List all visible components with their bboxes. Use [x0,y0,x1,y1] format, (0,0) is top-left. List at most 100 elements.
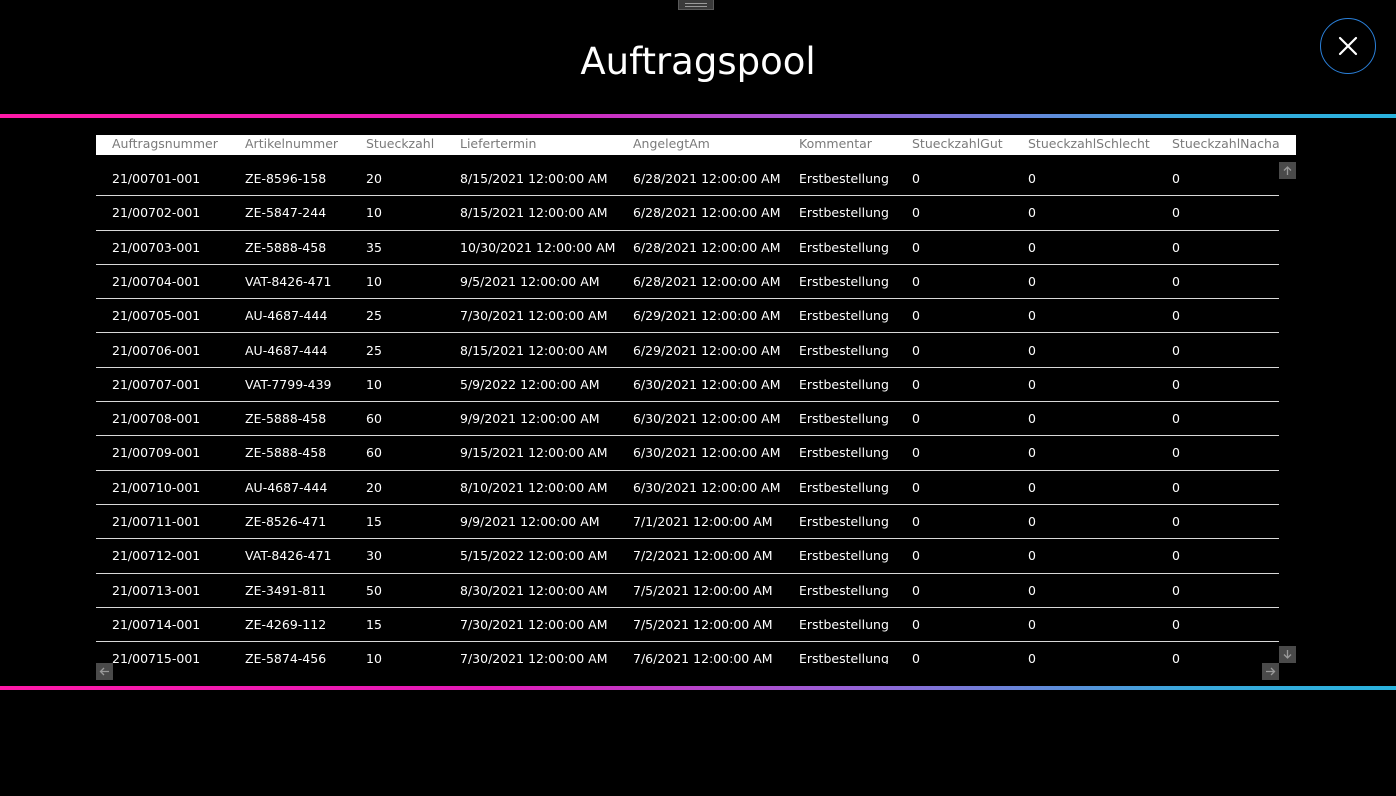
table-row[interactable]: 21/00712-001 VAT-8426-471 30 5/15/2022 12:0… [96,539,1279,574]
table-row[interactable]: 21/00708-001 ZE-5888-458 60 9/9/2021 12:00:… [96,402,1279,437]
scroll-down-button[interactable] [1279,646,1296,663]
cell-kommentar: Erstbestellung [799,479,889,495]
scroll-right-button[interactable] [1262,663,1279,680]
table-row[interactable]: 21/00707-001 VAT-7799-439 10 5/9/2022 12:00… [96,368,1279,403]
cell-stueckzahlschlecht: 0 [1028,582,1036,598]
table-row[interactable]: 21/00715-001 ZE-5874-456 10 7/30/2021 12:00… [96,642,1279,664]
table-row[interactable]: 21/00706-001 AU-4687-444 25 8/15/2021 12:00… [96,334,1279,368]
column-header-liefertermin[interactable]: Liefertermin [460,135,536,155]
table-row[interactable]: 21/00701-001 ZE-8596-158 20 8/15/2021 12:00… [96,162,1279,197]
cell-angelegtam: 6/28/2021 12:00:00 AM [633,171,781,186]
cell-stueckzahlnacharl: 0 [1172,376,1180,392]
cell-angelegtam: 6/29/2021 12:00:00 AM [633,342,781,358]
cell-stueckzahl: 25 [366,342,382,358]
table-row[interactable]: 21/00713-001 ZE-3491-811 50 8/30/2021 12:00… [96,574,1279,608]
arrow-down-icon [1283,650,1292,659]
cell-stueckzahl: 30 [366,548,382,564]
cell-auftragsnummer: 21/00712-001 [112,548,201,564]
table-row[interactable]: 21/00703-001 ZE-5888-458 35 10/30/2021 12:0… [96,231,1279,265]
column-header-stueckzahl[interactable]: Stueckzahl [366,135,434,155]
cell-angelegtam: 6/28/2021 12:00:00 AM [633,205,781,221]
cell-artikelnummer: ZE-8596-158 [245,171,327,186]
cell-stueckzahlnacharl: 0 [1172,205,1180,221]
cell-stueckzahl: 10 [366,273,382,289]
cell-stueckzahlgut: 0 [912,411,920,427]
cell-stueckzahlschlecht: 0 [1028,411,1036,427]
cell-stueckzahlschlecht: 0 [1028,548,1036,564]
cell-artikelnummer: AU-4687-444 [245,308,328,324]
cell-stueckzahl: 50 [366,582,382,598]
cell-kommentar: Erstbestellung [799,239,889,255]
cell-stueckzahl: 60 [366,411,382,427]
orders-data-grid[interactable]: Auftragsnummer Artikelnummer Stueckzahl Lie… [96,135,1296,680]
scroll-left-button[interactable] [96,663,113,680]
cell-stueckzahlnacharl: 0 [1172,411,1180,427]
cell-stueckzahlschlecht: 0 [1028,205,1036,221]
cell-stueckzahl: 25 [366,308,382,324]
top-accent-divider [0,114,1396,118]
cell-liefertermin: 9/9/2021 12:00:00 AM [460,411,600,427]
cell-stueckzahlschlecht: 0 [1028,308,1036,324]
table-row[interactable]: 21/00711-001 ZE-8526-471 15 9/9/2021 12:00:… [96,505,1279,540]
cell-stueckzahlnacharl: 0 [1172,548,1180,564]
cell-artikelnummer: ZE-5888-458 [245,239,327,255]
column-header-kommentar[interactable]: Kommentar [799,135,872,155]
cell-stueckzahlgut: 0 [912,273,920,289]
cell-kommentar: Erstbestellung [799,548,889,564]
cell-liefertermin: 8/15/2021 12:00:00 AM [460,205,608,221]
cell-auftragsnummer: 21/00707-001 [112,376,201,392]
close-icon [1338,36,1358,56]
cell-stueckzahlgut: 0 [912,239,920,255]
column-header-angelegtam[interactable]: AngelegtAm [633,135,710,155]
cell-stueckzahlnacharl: 0 [1172,514,1180,529]
cell-kommentar: Erstbestellung [799,411,889,427]
cell-auftragsnummer: 21/00702-001 [112,205,201,221]
close-button[interactable] [1320,18,1376,74]
column-header-stueckzahlnacharl[interactable]: StueckzahlNacharl [1172,135,1280,155]
cell-stueckzahl: 10 [366,376,382,392]
cell-stueckzahlnacharl: 0 [1172,342,1180,358]
column-header-stueckzahlschlecht[interactable]: StueckzahlSchlecht [1028,135,1150,155]
cell-angelegtam: 7/1/2021 12:00:00 AM [633,514,773,529]
table-row[interactable]: 21/00710-001 AU-4687-444 20 8/10/2021 12:00… [96,471,1279,505]
grid-body[interactable]: 21/00701-001 ZE-8596-158 20 8/15/2021 12:00… [96,162,1279,664]
cell-kommentar: Erstbestellung [799,616,889,632]
column-header-artikelnummer[interactable]: Artikelnummer [245,135,338,155]
page-title: Auftragspool [580,40,816,83]
cell-liefertermin: 5/15/2022 12:00:00 AM [460,548,608,564]
column-header-auftragsnummer[interactable]: Auftragsnummer [112,135,218,155]
cell-kommentar: Erstbestellung [799,171,889,186]
drag-handle-icon[interactable] [678,0,714,10]
cell-angelegtam: 6/28/2021 12:00:00 AM [633,273,781,289]
cell-stueckzahlgut: 0 [912,376,920,392]
cell-stueckzahl: 15 [366,616,382,632]
cell-stueckzahlnacharl: 0 [1172,445,1180,461]
cell-liefertermin: 9/9/2021 12:00:00 AM [460,514,600,529]
cell-artikelnummer: ZE-5888-458 [245,445,327,461]
cell-stueckzahlgut: 0 [912,616,920,632]
table-row[interactable]: 21/00705-001 AU-4687-444 25 7/30/2021 12:00… [96,299,1279,334]
cell-auftragsnummer: 21/00713-001 [112,582,201,598]
cell-artikelnummer: VAT-7799-439 [245,376,332,392]
cell-stueckzahlgut: 0 [912,171,920,186]
table-row[interactable]: 21/00709-001 ZE-5888-458 60 9/15/2021 12:00… [96,436,1279,471]
table-row[interactable]: 21/00714-001 ZE-4269-112 15 7/30/2021 12:00… [96,608,1279,643]
cell-auftragsnummer: 21/00709-001 [112,445,201,461]
cell-stueckzahlschlecht: 0 [1028,171,1036,186]
cell-artikelnummer: ZE-3491-811 [245,582,327,598]
cell-stueckzahlgut: 0 [912,445,920,461]
cell-angelegtam: 6/30/2021 12:00:00 AM [633,479,781,495]
arrow-up-icon [1283,166,1292,175]
cell-liefertermin: 7/30/2021 12:00:00 AM [460,308,608,324]
table-row[interactable]: 21/00702-001 ZE-5847-244 10 8/15/2021 12:00… [96,196,1279,231]
cell-stueckzahlgut: 0 [912,479,920,495]
scroll-up-button[interactable] [1279,162,1296,179]
cell-stueckzahlnacharl: 0 [1172,616,1180,632]
cell-kommentar: Erstbestellung [799,273,889,289]
table-row[interactable]: 21/00704-001 VAT-8426-471 10 9/5/2021 12:00… [96,265,1279,300]
cell-kommentar: Erstbestellung [799,651,889,664]
cell-kommentar: Erstbestellung [799,205,889,221]
arrow-right-icon [1266,667,1276,676]
cell-auftragsnummer: 21/00701-001 [112,171,201,186]
column-header-stueckzahlgut[interactable]: StueckzahlGut [912,135,1003,155]
